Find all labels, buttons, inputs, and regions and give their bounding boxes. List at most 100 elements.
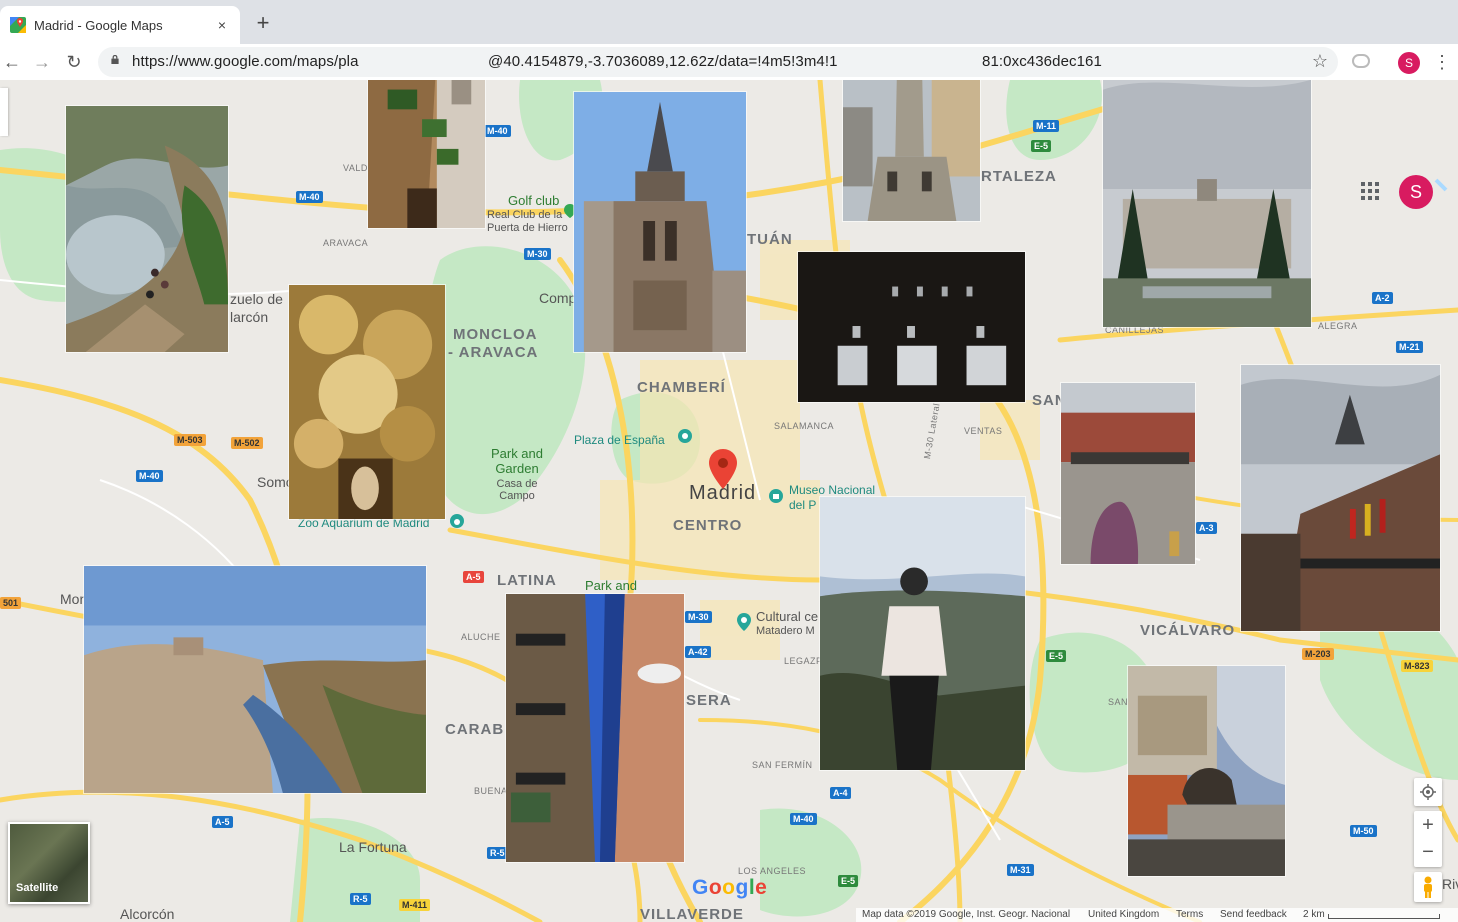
lock-icon	[111, 55, 119, 64]
region-link[interactable]: United Kingdom	[1088, 909, 1159, 920]
url-text-start: https://www.google.com/maps/pla	[132, 53, 359, 70]
town-hall-flags-photo	[1240, 364, 1441, 632]
google-maps-favicon-icon	[10, 17, 26, 33]
rivas-label: Riv	[1442, 876, 1458, 892]
zoom-in-button[interactable]: +	[1414, 811, 1442, 839]
district-label-tetuan: TUÁN	[747, 231, 793, 248]
district-label-centro: CENTRO	[673, 517, 743, 534]
side-panel-toggle[interactable]	[0, 88, 8, 136]
road-shield-e5: E-5	[1031, 140, 1052, 152]
district-label-villaverde: VILLAVERDE	[640, 906, 744, 922]
road-shield-m50: M-50	[1350, 825, 1377, 837]
account-avatar[interactable]: S	[1399, 175, 1433, 209]
road-shield-m21: M-21	[1396, 341, 1423, 353]
send-feedback-link[interactable]: Send feedback	[1220, 909, 1287, 920]
toledo-panorama-photo	[83, 565, 427, 794]
bookmark-star-icon[interactable]: ☆	[1312, 51, 1328, 72]
street-view-pegman-button[interactable]	[1414, 872, 1442, 902]
scale-label[interactable]: 2 km	[1303, 909, 1325, 920]
plaza-espana-poi-icon[interactable]	[678, 429, 692, 443]
road-shield-a3: A-3	[1196, 522, 1217, 534]
address-bar[interactable]: https://www.google.com/maps/pla @40.4154…	[98, 47, 1338, 77]
road-shield-a4: A-4	[830, 787, 851, 799]
map-footer: Map data ©2019 Google, Inst. Geogr. Naci…	[856, 908, 1458, 922]
back-arrow-icon[interactable]: ←	[0, 50, 24, 74]
road-shield-m40: M-40	[484, 125, 511, 137]
cathedral-tower-photo	[573, 91, 747, 353]
tab-title: Madrid - Google Maps	[34, 17, 163, 33]
cultural-center-label[interactable]: Cultural ce	[756, 609, 818, 624]
reload-icon[interactable]: ↻	[62, 50, 86, 74]
royal-palace-photo	[1102, 80, 1312, 328]
terms-link[interactable]: Terms	[1176, 909, 1203, 920]
satellite-layer-toggle[interactable]: Satellite	[8, 822, 90, 904]
google-logo-letter: g	[735, 876, 749, 899]
google-apps-grid-icon[interactable]	[1361, 182, 1379, 200]
golden-altarpiece-photo	[288, 284, 446, 520]
valdemarin-label: VALD	[343, 163, 368, 173]
my-location-button[interactable]	[1414, 778, 1442, 806]
museum-poi-icon[interactable]	[769, 489, 783, 503]
plaza-espana-label[interactable]: Plaza de España	[574, 433, 665, 447]
zoom-out-button[interactable]: −	[1414, 839, 1442, 867]
district-label-chamberi: CHAMBERÍ	[637, 379, 726, 396]
los-angeles-label: LOS ANGELES	[738, 866, 807, 876]
google-logo-letter: o	[708, 876, 723, 899]
district-label-vicalvaro: VICÁLVARO	[1140, 622, 1236, 639]
crosshair-icon	[1420, 784, 1436, 800]
road-shield-r5: R-5	[350, 893, 371, 905]
park-and-label[interactable]: Park and	[585, 578, 637, 593]
road-shield-a5: A-5	[212, 816, 233, 828]
cervantes-monument-photo	[842, 80, 981, 222]
museo-nacional-label[interactable]: Museo Nacional	[789, 483, 875, 497]
extension-icon[interactable]	[1352, 54, 1370, 68]
cultural-center-label-2: Matadero M	[756, 625, 815, 637]
alegra-label: ALEGRA	[1318, 321, 1358, 331]
road-shield-a5: A-5	[463, 571, 484, 583]
plaza-mayor-photo	[1060, 382, 1196, 565]
road-shield-m40: M-40	[136, 470, 163, 482]
person-overlook-photo	[819, 496, 1026, 771]
pegman-icon	[1424, 876, 1432, 898]
road-shield-m501: 501	[0, 597, 22, 609]
road-shield-m31: M-31	[1007, 864, 1034, 876]
road-shield-m30: M-30	[524, 248, 551, 260]
road-shield-m823: M-823	[1401, 660, 1433, 672]
gorge-hikers-photo	[65, 105, 229, 353]
road-shield-m411: M-411	[399, 899, 431, 911]
forward-arrow-icon[interactable]: →	[30, 50, 54, 74]
url-text-end: 81:0xc436dec161	[982, 53, 1102, 70]
district-label-latina: LATINA	[497, 572, 557, 589]
zoom-control: + −	[1414, 811, 1442, 867]
la-fortuna-label: La Fortuna	[339, 839, 407, 855]
casa-de-campo-label: Casa de Campo	[496, 478, 538, 502]
browser-profile-avatar[interactable]: S	[1397, 51, 1421, 75]
district-label-aravaca: - ARAVACA	[448, 344, 539, 361]
comp-label: Comp	[539, 290, 577, 306]
new-tab-button[interactable]: +	[252, 10, 274, 36]
browser-tab[interactable]: Madrid - Google Maps ×	[0, 6, 240, 44]
google-logo-letter: e	[755, 876, 768, 899]
road-shield-e5: E-5	[1046, 650, 1067, 662]
golf-club-sub-label: Real Club de la	[487, 209, 563, 221]
district-label-carabanchel: CARAB	[445, 721, 505, 738]
road-shield-m203: M-203	[1302, 648, 1334, 660]
cultural-center-pin-icon[interactable]	[737, 613, 751, 631]
google-logo-letter: G	[692, 876, 709, 899]
tab-close-icon[interactable]: ×	[214, 17, 230, 33]
browser-tab-bar: Madrid - Google Maps × +	[0, 0, 1458, 44]
browser-menu-icon[interactable]: ⋮	[1433, 50, 1451, 74]
narrow-street-photo	[505, 593, 685, 863]
san-fermin-label: SAN FERMÍN	[752, 760, 813, 770]
museo-nacional-label-2: del P	[789, 498, 817, 512]
park-garden-label[interactable]: Park and Garden	[488, 446, 546, 476]
golf-club-sub-label-2: Puerta de Hierro	[487, 222, 568, 234]
location-pin-icon[interactable]	[709, 449, 737, 489]
zoo-poi-icon[interactable]	[450, 514, 464, 528]
map-canvas[interactable]: MONCLOA - ARAVACA CHAMBERÍ CENTRO LATINA…	[0, 80, 1458, 922]
district-label-moncloa: MONCLOA	[453, 326, 538, 343]
road-shield-a42: A-42	[685, 646, 711, 658]
golf-club-label[interactable]: Golf club	[508, 193, 559, 208]
google-logo: Google	[692, 876, 767, 900]
pozuelo-label: zuelo de	[230, 291, 283, 307]
